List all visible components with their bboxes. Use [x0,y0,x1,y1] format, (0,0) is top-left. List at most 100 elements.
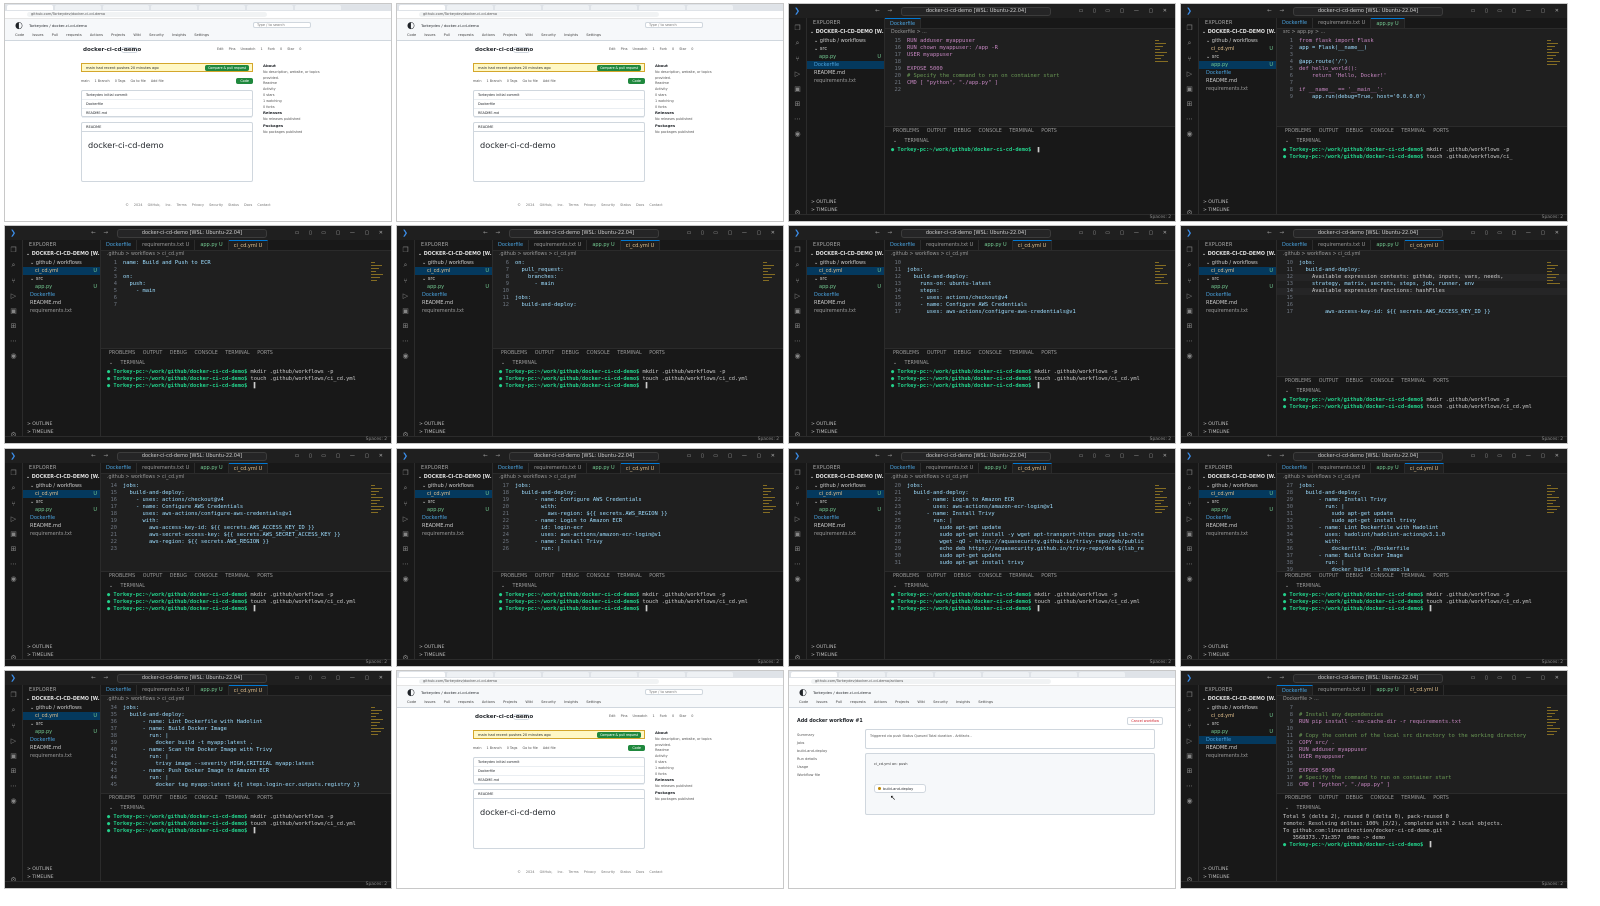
sidebar-file-item[interactable]: ⌄ src [1199,498,1276,506]
command-center-search[interactable]: docker-ci-cd-demo [WSL: Ubuntu-22.04] [116,673,267,683]
repo-nav[interactable]: Code Issues Pull requests Actions Projec… [407,33,601,37]
code-editor[interactable]: 1 from flask import Flask 2 app = Flask(__n… [1277,37,1567,101]
account-icon[interactable]: ◉ [794,352,800,360]
goto-file[interactable]: Go to file [522,79,537,83]
source-control-icon[interactable]: ⑂ [795,500,799,508]
extensions-icon[interactable]: ⊞ [403,322,409,330]
remote-explorer-icon[interactable]: ▣ [10,752,17,760]
sidebar-file-item[interactable]: Dockerfile [807,61,884,69]
sidebar-file-item[interactable]: app.py U [1199,728,1276,736]
editor-tab[interactable]: ci_cd.yml U [228,240,269,250]
timeline-section[interactable]: > TIMELINE [415,653,492,658]
panel-tabs[interactable]: PROBLEMS OUTPUT DEBUG CONSOLE TERMINAL P… [493,572,783,582]
url-field[interactable]: github.com/Torkeydev/docker-ci-cd-demo [27,12,267,17]
sidebar-file-item[interactable]: Dockerfile [1199,514,1276,522]
window-controls-icon[interactable]: ▭ ▯ ▭ ▢ — ▢ ✕ [687,453,779,459]
sidebar-file-item[interactable]: requirements.txt [415,307,492,315]
breadcrumb[interactable]: .github > workflows > ci_cd.yml [1277,251,1567,259]
sidebar-file-item[interactable]: ci_cd.yml U [1199,267,1276,275]
files-icon[interactable]: ❐ [794,246,800,254]
breadcrumb[interactable]: .github > workflows > ci_cd.yml [493,474,783,482]
remote-explorer-icon[interactable]: ▣ [1186,530,1193,538]
file-row[interactable]: Dockerfile [474,767,644,776]
terminal-output[interactable]: ● Torkey-pc:~/work/github/docker-ci-cd-d… [1277,592,1567,613]
browser-tab[interactable] [639,672,685,677]
source-control-icon[interactable]: ⑂ [403,277,407,285]
command-center-search[interactable]: docker-ci-cd-demo [WSL: Ubuntu-22.04] [508,451,659,461]
editor-tab[interactable]: Dockerfile [885,463,922,473]
editor-tab[interactable]: requirements.txt U [921,240,980,250]
run-sidebar-item[interactable]: Summary [797,731,857,739]
editor-tab[interactable]: Dockerfile [885,18,922,28]
repo-nav[interactable]: Code Issues Pull requests Actions Projec… [799,700,993,704]
url-field[interactable]: github.com/Torkeydev/docker-ci-cd-demo [419,679,659,684]
sidebar-file-item[interactable]: ⌄ src [23,498,100,506]
extensions-icon[interactable]: ⊞ [11,545,17,553]
browser-tab[interactable] [591,5,637,10]
editor-tab[interactable]: Dockerfile [1277,685,1314,695]
sidebar-file-item[interactable]: app.py U [1199,506,1276,514]
panel-tabs[interactable]: PROBLEMS OUTPUT DEBUG CONSOLE TERMINAL P… [101,349,391,359]
nav-arrows-icon[interactable]: ← → [875,453,895,459]
sidebar-file-item[interactable]: README.md [415,299,492,307]
remote-explorer-icon[interactable]: ▣ [1186,307,1193,315]
breadcrumb[interactable]: .github > workflows > ci_cd.yml [493,251,783,259]
account-icon[interactable]: ◉ [402,352,408,360]
sidebar-file-item[interactable]: ⌄ github / workflows [23,259,100,267]
command-center-search[interactable]: docker-ci-cd-demo [WSL: Ubuntu-22.04] [900,6,1051,16]
sidebar-file-item[interactable]: Dockerfile [415,291,492,299]
more-icon[interactable]: ⋯ [1186,337,1193,345]
files-icon[interactable]: ❐ [402,246,408,254]
editor-tab[interactable]: app.py U [195,463,229,473]
editor-tab[interactable]: app.py U [979,240,1013,250]
repo-breadcrumb[interactable]: Torkeydev / docker-ci-cd-demo [421,23,479,28]
tags-link[interactable]: 0 Tags [507,746,518,750]
editor-tab[interactable]: app.py U [587,463,621,473]
code-editor[interactable]: 20 jobs: 21 build-and-deploy: 22 - name: Lo… [885,482,1175,567]
editor-tab[interactable]: ci_cd.yml U [620,463,661,473]
browser-tab[interactable] [687,672,733,677]
sidebar-file-item[interactable]: ⌄ github / workflows [1199,37,1276,45]
sidebar-file-item[interactable]: app.py U [807,506,884,514]
repo-search[interactable]: Type / to search [253,22,311,28]
sidebar-file-item[interactable]: requirements.txt [807,77,884,85]
code-editor[interactable]: 27 jobs: 28 build-and-deploy: 29 - name: In… [1277,482,1567,574]
branches-link[interactable]: 1 Branch [486,746,501,750]
browser-tab[interactable] [1031,672,1077,677]
search-icon[interactable]: ⌕ [404,484,408,493]
browser-tab[interactable] [151,5,197,10]
code-editor[interactable]: 1 name: Build and Push to ECR 2 3 on: 4 push:… [101,259,391,309]
github-logo-icon[interactable]: ◐ [799,688,807,698]
browser-tab[interactable] [687,5,733,10]
panel-tabs[interactable]: PROBLEMS OUTPUT DEBUG CONSOLE TERMINAL P… [885,349,1175,359]
more-icon[interactable]: ⋯ [10,782,17,790]
editor-tab[interactable]: requirements.txt U [137,685,196,695]
sidebar-file-item[interactable]: README.md [23,744,100,752]
sidebar-file-item[interactable]: app.py U [807,283,884,291]
remote-explorer-icon[interactable]: ▣ [1186,752,1193,760]
remote-explorer-icon[interactable]: ▣ [794,85,801,93]
nav-arrows-icon[interactable]: ← → [1267,453,1287,459]
code-editor[interactable]: 14 jobs: 15 build-and-deploy: 16 - uses: ac… [101,482,391,553]
outline-section[interactable]: > OUTLINE [807,645,884,650]
code-button[interactable]: Code [628,78,645,84]
add-file-button[interactable]: Add file [151,79,164,83]
account-icon[interactable]: ◉ [10,575,16,583]
browser-tab[interactable] [791,672,837,677]
run-debug-icon[interactable]: ▷ [1187,292,1192,300]
command-center-search[interactable]: docker-ci-cd-demo [WSL: Ubuntu-22.04] [116,228,267,238]
panel-tabs[interactable]: PROBLEMS OUTPUT DEBUG CONSOLE TERMINAL P… [1277,127,1567,137]
sidebar-file-item[interactable]: Dockerfile [1199,69,1276,77]
editor-tab[interactable]: app.py U [1371,463,1405,473]
sidebar-file-item[interactable]: README.md [807,69,884,77]
editor-tab[interactable]: requirements.txt U [1313,18,1372,28]
breadcrumb[interactable]: .github > workflows > ci_cd.yml [885,251,1175,259]
panel-tabs[interactable]: PROBLEMS OUTPUT DEBUG CONSOLE TERMINAL P… [1277,794,1567,804]
window-controls-icon[interactable]: ▭ ▯ ▭ ▢ — ▢ ✕ [1471,8,1563,14]
source-control-icon[interactable]: ⑂ [11,722,15,730]
search-icon[interactable]: ⌕ [796,261,800,270]
editor-tab[interactable]: app.py U [587,240,621,250]
outline-section[interactable]: > OUTLINE [1199,422,1276,427]
timeline-section[interactable]: > TIMELINE [415,430,492,435]
window-controls-icon[interactable]: ▭ ▯ ▭ ▢ — ▢ ✕ [1079,8,1171,14]
